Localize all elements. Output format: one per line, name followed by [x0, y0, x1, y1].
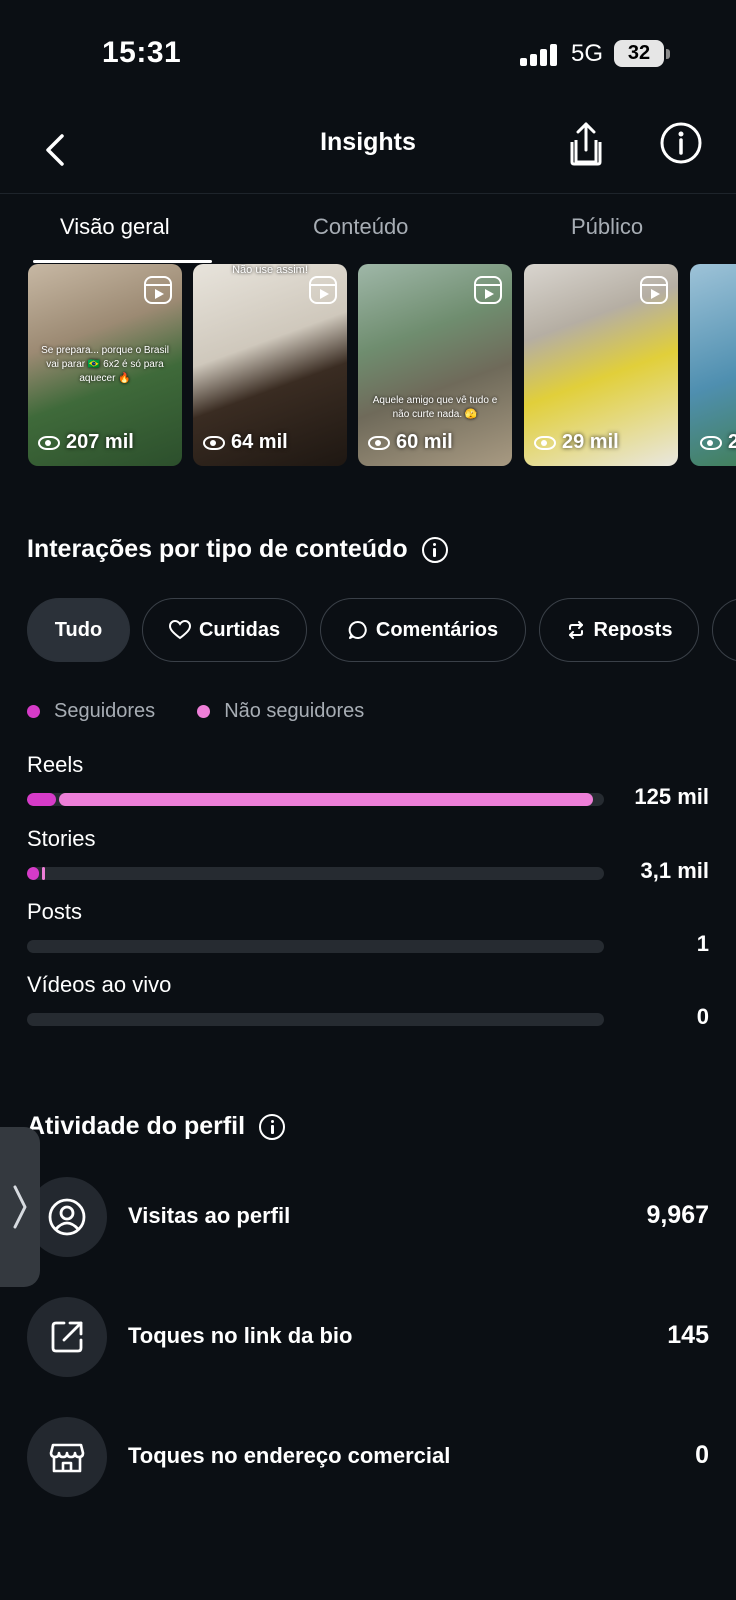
bar-segment-nonfollowers [42, 867, 45, 880]
tab-content[interactable]: Conteúdo [313, 214, 408, 240]
info-icon[interactable] [421, 536, 448, 563]
eye-icon [203, 435, 225, 450]
storefront-icon [49, 1443, 85, 1473]
bar-track [27, 793, 604, 806]
content-filter-chips: Tudo Curtidas Comentários Reposts [0, 598, 736, 662]
bar-value: 1 [696, 931, 709, 956]
eye-icon [534, 435, 556, 450]
bar-value: 125 mil [634, 784, 709, 809]
share-button[interactable] [564, 118, 608, 170]
eye-icon [38, 435, 60, 450]
thumbnail-caption: Aquele amigo que vê tudo e não curte nad… [372, 395, 498, 420]
eye-icon [700, 435, 722, 450]
page-title: Insights [320, 128, 416, 156]
bar-label: Reels [27, 752, 84, 777]
activity-row-bio-link[interactable]: Toques no link da bio 145 [27, 1297, 709, 1377]
thumbnail-caption: Não use assim! [232, 264, 308, 276]
activity-title: Atividade do perfil [27, 1112, 286, 1141]
signal-icon [520, 44, 560, 66]
reel-thumbnail[interactable]: 2 [690, 264, 736, 466]
reels-icon [474, 276, 502, 304]
activity-value: 145 [667, 1321, 709, 1349]
reel-thumbnail[interactable]: Aquele amigo que vê tudo e não curte nad… [358, 264, 512, 466]
reels-icon [640, 276, 668, 304]
heart-icon [168, 620, 191, 640]
bar-segment-followers [27, 793, 56, 806]
activity-label: Toques no endereço comercial [128, 1443, 451, 1468]
activity-row-business-address[interactable]: Toques no endereço comercial 0 [27, 1417, 709, 1497]
bar-value: 3,1 mil [640, 858, 709, 883]
network-label: 5G [571, 40, 604, 67]
share-icon [570, 122, 602, 166]
profile-icon [48, 1198, 86, 1236]
tab-bar: Visão geral Conteúdo Público [0, 194, 736, 264]
icon-circle [27, 1417, 107, 1497]
external-link-icon [51, 1321, 83, 1353]
chevron-right-icon [13, 1185, 27, 1229]
repost-icon [568, 621, 583, 639]
top-content-carousel: Se prepara... porque o Brasil vai parar … [0, 264, 736, 466]
battery-icon: 32 [614, 40, 670, 67]
view-count: 207 mil [38, 431, 134, 454]
chip-more[interactable] [712, 598, 736, 662]
side-drawer-handle[interactable] [0, 1127, 40, 1287]
view-count: 64 mil [203, 431, 288, 454]
info-icon[interactable] [259, 1113, 286, 1140]
info-icon [660, 122, 702, 164]
reels-icon [309, 276, 337, 304]
view-count: 29 mil [534, 431, 619, 454]
activity-value: 0 [695, 1441, 709, 1469]
activity-value: 9,967 [646, 1201, 709, 1229]
status-time: 15:31 [102, 36, 182, 69]
reel-thumbnail[interactable]: 29 mil [524, 264, 678, 466]
chip-reposts[interactable]: Reposts [539, 598, 699, 662]
comment-icon [348, 621, 367, 639]
tab-audience[interactable]: Público [571, 214, 643, 240]
reels-icon [144, 276, 172, 304]
legend-dot-followers [27, 705, 40, 718]
reel-thumbnail[interactable]: Não use assim! 64 mil [193, 264, 347, 466]
tab-overview[interactable]: Visão geral [60, 214, 170, 240]
legend-dot-nonfollowers [197, 705, 211, 718]
bar-segment-followers [27, 867, 39, 880]
status-bar: 15:31 5G 32 [0, 0, 736, 110]
activity-row-profile-visits[interactable]: Visitas ao perfil 9,967 [27, 1177, 709, 1257]
chip-comments[interactable]: Comentários [320, 598, 526, 662]
interactions-title: Interações por tipo de conteúdo [27, 535, 448, 564]
info-button[interactable] [658, 120, 704, 166]
chart-legend: Seguidores Não seguidores [27, 700, 364, 723]
reel-thumbnail[interactable]: Se prepara... porque o Brasil vai parar … [28, 264, 182, 466]
tab-active-indicator [33, 260, 212, 263]
legend-label-nonfollowers: Não seguidores [224, 700, 365, 722]
bar-track [27, 867, 604, 880]
eye-icon [368, 435, 390, 450]
bar-track [27, 940, 604, 953]
bar-track [27, 1013, 604, 1026]
top-nav: Insights [0, 110, 736, 194]
chip-likes[interactable]: Curtidas [142, 598, 307, 662]
view-count: 60 mil [368, 431, 453, 454]
view-count: 2 [700, 431, 736, 454]
bar-label: Vídeos ao vivo [27, 972, 172, 997]
thumbnail-caption: Se prepara... porque o Brasil vai parar … [41, 345, 169, 384]
bar-segment-nonfollowers [59, 793, 593, 806]
legend-label-followers: Seguidores [54, 700, 156, 722]
activity-label: Visitas ao perfil [128, 1203, 291, 1228]
bar-label: Stories [27, 826, 96, 851]
activity-label: Toques no link da bio [128, 1323, 353, 1348]
icon-circle [27, 1297, 107, 1377]
bar-label: Posts [27, 899, 83, 924]
chip-all[interactable]: Tudo [27, 598, 130, 662]
bar-value: 0 [696, 1004, 709, 1029]
